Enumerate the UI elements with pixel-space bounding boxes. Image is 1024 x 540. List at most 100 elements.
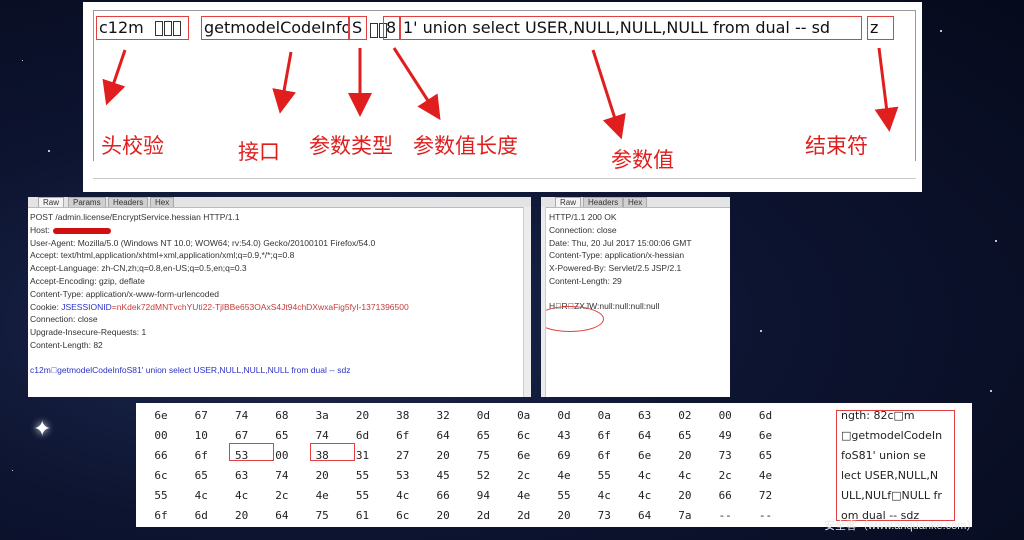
hex-byte: 6f: [154, 509, 168, 522]
hex-byte: 6e: [637, 449, 652, 462]
hex-byte: 6c: [396, 509, 410, 522]
hex-byte: --: [758, 509, 773, 522]
hex-byte: 6f: [597, 449, 611, 462]
response-panel: Raw Headers Hex HTTP/1.1 200 OK Connecti…: [541, 197, 730, 397]
tab-headers[interactable]: Headers: [583, 197, 624, 207]
hex-byte: 63: [234, 469, 249, 482]
hex-byte: 65: [476, 429, 491, 442]
accept-header: Accept: text/html,application/xhtml+xml,…: [30, 250, 295, 261]
hex-byte: 66: [436, 489, 450, 502]
hex-byte: 61: [355, 509, 370, 522]
x-powered-by-header: X-Powered-By: Servlet/2.5 JSP/2.1: [549, 263, 682, 274]
hex-byte: 4c: [637, 469, 652, 482]
hex-byte: 20: [436, 509, 450, 522]
hex-row: 6f 6d 20 64 75 61 6c 20 2d 2d 20 73 64 7a -- --: [136, 506, 826, 526]
hex-byte: 4e: [758, 469, 773, 482]
hex-byte: 6e: [517, 449, 531, 462]
hex-byte: 43: [557, 429, 571, 442]
hex-byte: 67: [194, 409, 208, 422]
tab-headers[interactable]: Headers: [108, 197, 149, 207]
content-type-header: Content-Type: application/x-www-form-url…: [30, 288, 219, 299]
hex-byte: 20: [557, 509, 571, 522]
hex-byte: 94: [476, 489, 491, 502]
hex-byte: 00: [718, 409, 732, 422]
tab-raw[interactable]: Raw: [555, 197, 582, 207]
request-body[interactable]: c12m getmodelCodeInfoS81' union select U…: [28, 364, 531, 377]
hex-byte: 66: [154, 449, 168, 462]
hex-byte: 6d: [758, 409, 773, 422]
hex-byte: 2c: [275, 489, 289, 502]
date-header: Date: Thu, 20 Jul 2017 15:00:06 GMT: [549, 237, 692, 248]
hex-byte: 55: [355, 489, 370, 502]
label-param-length: 参数值长度: [413, 134, 518, 158]
highlight-param-type-byte: [229, 443, 274, 461]
content-type-header: Content-Type: application/x-hessian: [549, 250, 685, 261]
highlight-param-length-byte: [310, 443, 355, 461]
hex-byte: 6c: [517, 429, 531, 442]
connection-header: Connection: close: [30, 314, 98, 325]
hex-byte: 63: [637, 409, 652, 422]
hex-byte: 73: [718, 449, 732, 462]
hex-byte: 4e: [517, 489, 531, 502]
hex-byte: 65: [758, 449, 773, 462]
hex-byte: 6f: [396, 429, 410, 442]
hex-byte: 10: [194, 429, 208, 442]
request-scrollbar[interactable]: [523, 207, 531, 397]
host-header: Host:: [28, 224, 531, 237]
hex-byte: 3a: [315, 409, 329, 422]
hex-byte: 72: [758, 489, 773, 502]
hex-byte: 20: [436, 449, 450, 462]
hex-byte: 52: [476, 469, 491, 482]
hex-byte: 0d: [476, 409, 491, 422]
hex-byte: 4c: [678, 469, 692, 482]
hex-byte: 69: [557, 449, 571, 462]
annotation-arrows: [102, 47, 899, 140]
tab-raw[interactable]: Raw: [38, 197, 65, 207]
hex-byte: 2c: [718, 469, 732, 482]
hex-row: 6e 67 74 68 3a 20 38 32 0d 0a 0d 0a 63 02 00 6d: [136, 406, 826, 426]
hex-byte: 27: [396, 449, 410, 462]
ascii-line: ULL,NULf□NULL fr: [841, 489, 942, 502]
tab-hex[interactable]: Hex: [150, 197, 175, 207]
hex-byte: --: [718, 509, 732, 522]
upgrade-insecure-header: Upgrade-Insecure-Requests: 1: [30, 327, 147, 338]
hex-byte: 55: [355, 469, 370, 482]
hex-byte: 45: [436, 469, 450, 482]
hex-byte: 4c: [194, 489, 208, 502]
hex-byte: 6f: [597, 429, 611, 442]
hex-byte: 65: [194, 469, 208, 482]
hex-byte: 4e: [315, 489, 329, 502]
response-tabbar: Raw Headers Hex: [541, 197, 730, 208]
hex-byte: 0a: [597, 409, 611, 422]
tab-params[interactable]: Params: [68, 197, 106, 207]
hex-byte: 68: [275, 409, 289, 422]
hex-byte: 4c: [396, 489, 410, 502]
hex-byte: 6f: [194, 449, 208, 462]
hex-byte: 74: [275, 469, 289, 482]
hex-byte: 6d: [194, 509, 208, 522]
label-header-check: 头校验: [101, 134, 164, 158]
hex-byte: 20: [678, 449, 692, 462]
hex-byte: 6e: [154, 409, 168, 422]
hex-byte: 32: [436, 409, 450, 422]
hex-byte: 20: [315, 469, 329, 482]
packet-annotation-panel: c12m getmodelCodeInfo S 8 1' union selec…: [83, 2, 922, 192]
hex-byte: 4e: [557, 469, 571, 482]
label-interface: 接口: [238, 140, 280, 164]
content-length-header: Content-Length: 29: [549, 275, 622, 286]
response-scrollbar[interactable]: [541, 207, 546, 397]
ascii-line: □getmodelCodeIn: [841, 429, 943, 442]
hex-byte: 2d: [476, 509, 491, 522]
hex-byte: 4c: [597, 489, 611, 502]
hex-row: 55 4c 4c 2c 4e 55 4c 66 94 4e 55 4c 4c 20 66 72: [136, 486, 826, 506]
hex-byte: 75: [476, 449, 491, 462]
hex-byte: 6e: [758, 429, 773, 442]
watermark: 安全客（www.anquanke.com）: [824, 520, 978, 532]
hex-byte: 4c: [234, 489, 249, 502]
hex-byte: 75: [315, 509, 329, 522]
sparkle-star-icon: ✦: [33, 416, 52, 441]
user-agent-header: User-Agent: Mozilla/5.0 (Windows NT 10.0…: [30, 237, 376, 248]
status-line: HTTP/1.1 200 OK: [549, 212, 617, 222]
tab-hex[interactable]: Hex: [623, 197, 648, 207]
hex-byte: 38: [396, 409, 410, 422]
